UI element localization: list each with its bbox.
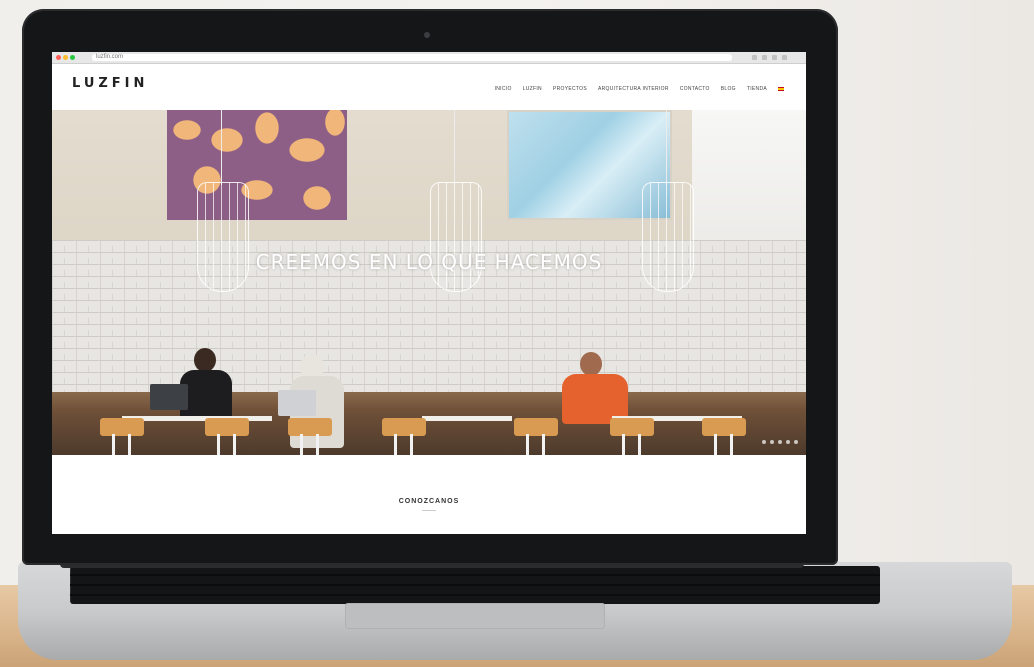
keyboard-rows (70, 566, 880, 604)
nav-item-contacto[interactable]: CONTACTO (680, 86, 710, 92)
nav-item-proyectos[interactable]: PROYECTOS (553, 86, 587, 92)
section-divider (422, 510, 436, 511)
address-text: luzfin.com (96, 54, 124, 60)
browser-settings-icon[interactable] (772, 55, 777, 60)
browser-extension-icon[interactable] (762, 55, 767, 60)
chair (610, 418, 654, 455)
browser-menu-icon[interactable] (752, 55, 757, 60)
nav-item-tienda[interactable]: TIENDA (747, 86, 767, 92)
slider-dot[interactable] (786, 440, 790, 444)
laptop-on-table (150, 384, 188, 410)
purple-artwork (167, 110, 347, 220)
pendant-lamp (430, 110, 482, 292)
laptop-trackpad (345, 603, 605, 629)
chair (702, 418, 746, 455)
slider-dot[interactable] (794, 440, 798, 444)
browser-address-bar[interactable]: luzfin.com (92, 54, 732, 61)
browser-maximize-icon[interactable] (70, 55, 75, 60)
pendant-lamp (197, 110, 249, 292)
slider-dot[interactable] (778, 440, 782, 444)
slider-dot[interactable] (762, 440, 766, 444)
browser-toolbar: luzfin.com (52, 52, 806, 64)
chair (382, 418, 426, 455)
laptop-screen: luzfin.com LUZFIN INICIO LUZFIN PROYECTO… (52, 52, 806, 534)
camera-icon (424, 32, 430, 38)
hero-banner: CREEMOS EN LO QUE HACEMOS (52, 110, 806, 455)
chair (288, 418, 332, 455)
chair (205, 418, 249, 455)
browser-minimize-icon[interactable] (63, 55, 68, 60)
site-logo[interactable]: LUZFIN (72, 76, 148, 91)
nav-item-inicio[interactable]: INICIO (495, 86, 512, 92)
laptop-on-table (278, 390, 316, 416)
table-top (422, 416, 512, 421)
table-top (122, 416, 272, 421)
slider-dot[interactable] (770, 440, 774, 444)
slider-dots[interactable] (762, 440, 798, 444)
browser-close-icon[interactable] (56, 55, 61, 60)
laptop-lid: luzfin.com LUZFIN INICIO LUZFIN PROYECTO… (22, 9, 838, 565)
main-nav: INICIO LUZFIN PROYECTOS ARQUITECTURA INT… (495, 86, 784, 92)
spanish-flag-icon[interactable] (778, 87, 784, 91)
window-light (692, 110, 806, 245)
browser-user-icon[interactable] (782, 55, 787, 60)
chair (100, 418, 144, 455)
site-header: LUZFIN INICIO LUZFIN PROYECTOS ARQUITECT… (52, 64, 806, 109)
nav-item-blog[interactable]: BLOG (721, 86, 736, 92)
nav-item-luzfin[interactable]: LUZFIN (523, 86, 542, 92)
chair (514, 418, 558, 455)
hero-title: CREEMOS EN LO QUE HACEMOS (255, 250, 603, 274)
section-title: CONOZCANOS (398, 498, 460, 505)
pendant-lamp (642, 110, 694, 292)
nav-item-arquitectura[interactable]: ARQUITECTURA INTERIOR (598, 86, 669, 92)
